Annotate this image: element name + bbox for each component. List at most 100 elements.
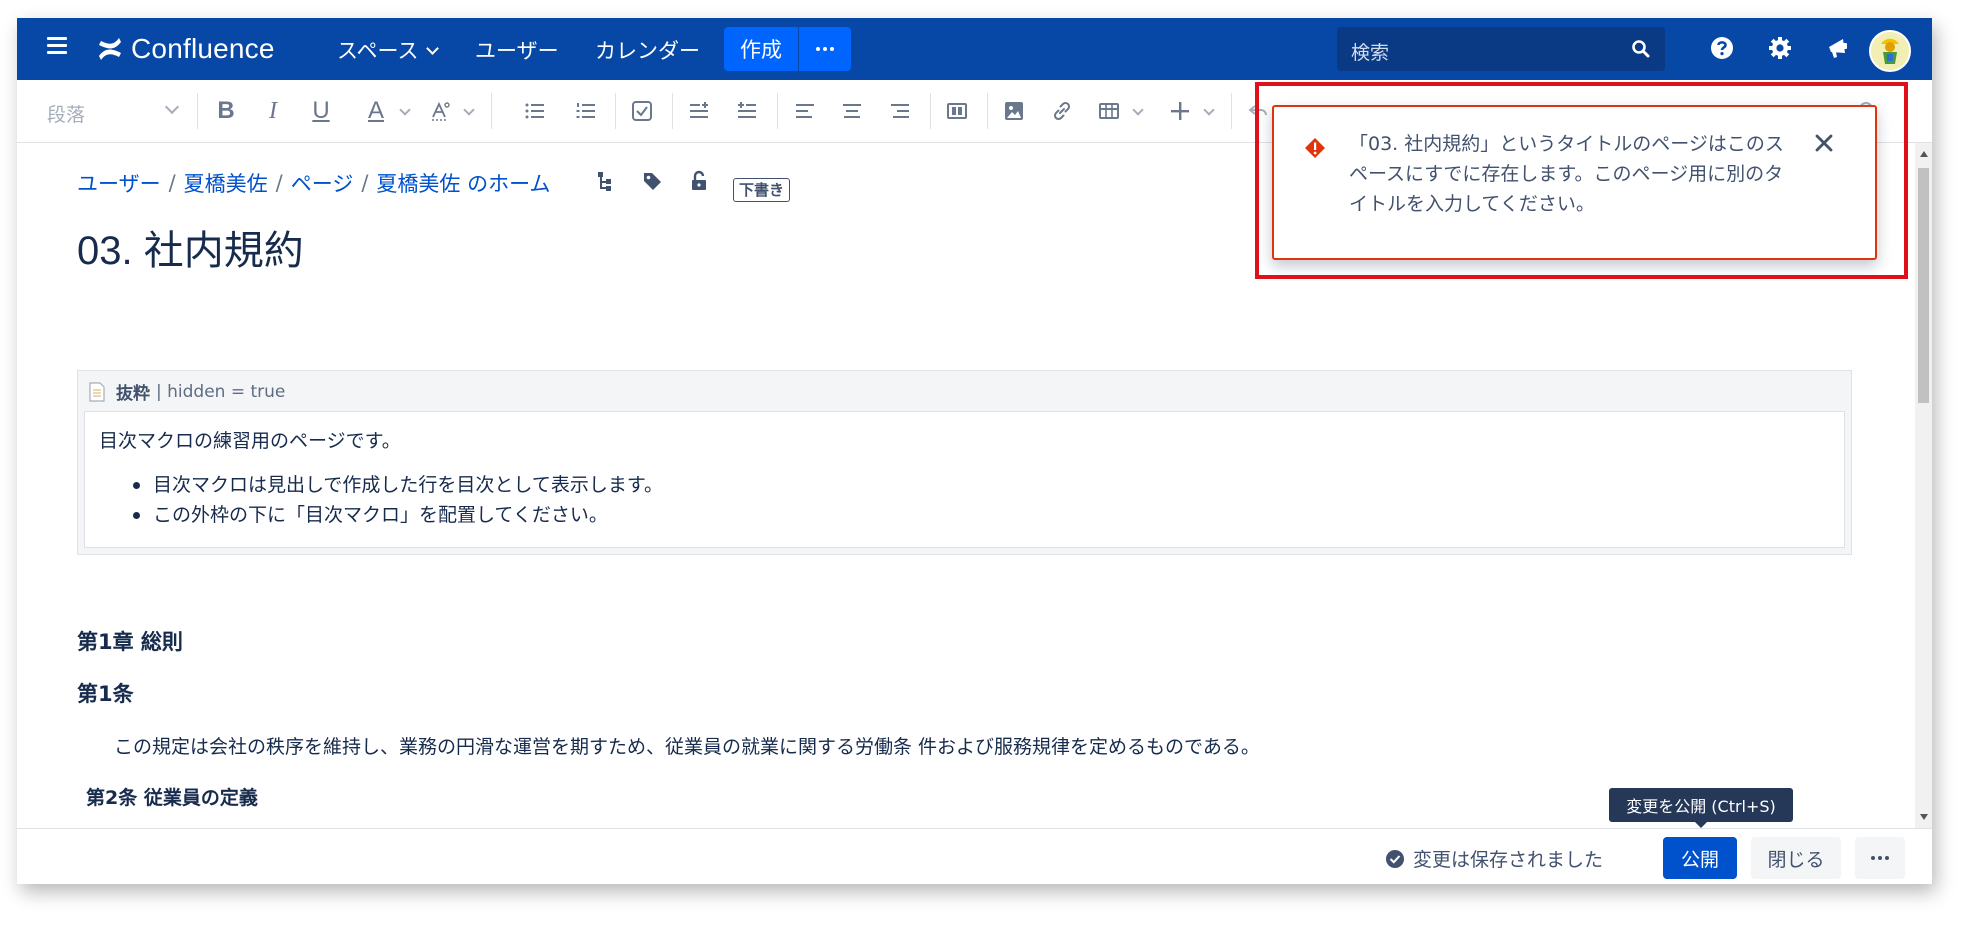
text-format-icon: [432, 101, 450, 121]
numbered-list-icon: [576, 103, 595, 118]
document-icon: [89, 381, 105, 402]
confluence-logo-icon: [99, 38, 121, 60]
notification-megaphone-icon[interactable]: [1824, 34, 1852, 62]
link-icon: [1053, 101, 1071, 121]
plus-icon: [1171, 102, 1189, 120]
toolbar-divider: [987, 93, 988, 129]
align-left-icon: [796, 104, 814, 118]
chevron-down-icon: [463, 104, 475, 116]
insert-more-button[interactable]: [1167, 98, 1193, 124]
content-scrollbar[interactable]: [1915, 143, 1932, 828]
heading-article-1: 第1条: [77, 682, 134, 706]
bullet-list-button[interactable]: [522, 98, 548, 124]
table-icon: [1099, 103, 1119, 119]
editor-footer: 変更は保存されました 公開 閉じる: [17, 828, 1932, 884]
excerpt-bullet-list: 目次マクロは見出しで作成した行を目次として表示します。 この外枠の下に「目次マク…: [133, 470, 663, 530]
avatar-image-icon: [1871, 32, 1909, 70]
align-center-button[interactable]: [839, 98, 865, 124]
excerpt-intro-text: 目次マクロの練習用のページです。: [99, 430, 401, 452]
align-center-icon: [843, 104, 861, 118]
chevron-down-icon: [164, 99, 180, 115]
italic-button[interactable]: I: [260, 98, 286, 124]
breadcrumb: ユーザー / 夏橋美佐 / ページ / 夏橋美佐 のホーム: [77, 168, 550, 198]
label-tag-icon[interactable]: [641, 170, 663, 192]
list-item: 目次マクロは見出しで作成した行を目次として表示します。: [133, 470, 663, 500]
layout-icon: [947, 103, 967, 119]
outdent-button[interactable]: [686, 98, 712, 124]
chevron-down-icon: [399, 104, 411, 116]
breadcrumb-separator: /: [275, 171, 283, 195]
publish-tooltip: 変更を公開 (Ctrl+S): [1609, 788, 1793, 828]
outdent-icon: [690, 102, 708, 118]
text-format-button[interactable]: [427, 98, 453, 124]
chevron-down-icon: [1203, 104, 1215, 116]
scrollbar-thumb[interactable]: [1918, 168, 1929, 403]
scroll-down-arrow-icon[interactable]: [1920, 814, 1928, 820]
publish-button[interactable]: 公開: [1663, 837, 1737, 879]
create-more-button[interactable]: [798, 27, 851, 71]
page-layout-button[interactable]: [944, 98, 970, 124]
avatar[interactable]: [1869, 30, 1911, 72]
bold-button[interactable]: B: [213, 97, 239, 124]
breadcrumb-item-pages[interactable]: ページ: [291, 168, 354, 198]
task-list-button[interactable]: [629, 98, 655, 124]
search-input[interactable]: 検索: [1337, 27, 1665, 71]
close-button[interactable]: 閉じる: [1751, 837, 1841, 879]
more-options-button[interactable]: [1855, 837, 1905, 879]
search-icon: [1632, 40, 1650, 58]
scroll-up-arrow-icon[interactable]: [1920, 151, 1928, 157]
page-title[interactable]: 03. 社内規約: [77, 218, 304, 276]
nav-calendar[interactable]: カレンダー: [595, 35, 700, 65]
article-1-text: この規定は会社の秩序を維持し、業務の円滑な運営を期すため、従業員の就業に関する労…: [114, 736, 1260, 758]
search-placeholder: 検索: [1351, 42, 1390, 64]
image-icon: [1005, 102, 1023, 120]
draft-status-badge: 下書き: [733, 178, 791, 202]
create-button[interactable]: 作成: [724, 27, 798, 71]
excerpt-macro-body[interactable]: 目次マクロの練習用のページです。 目次マクロは見出しで作成した行を目次として表示…: [84, 411, 1845, 548]
indent-icon: [738, 102, 756, 118]
nav-users[interactable]: ユーザー: [475, 35, 559, 65]
insert-link-button[interactable]: [1049, 98, 1075, 124]
toolbar-divider: [1231, 93, 1232, 129]
nav-spaces[interactable]: スペース: [337, 35, 440, 65]
toolbar-divider: [491, 93, 492, 129]
page-tree-icon[interactable]: [594, 170, 616, 192]
indent-button[interactable]: [734, 98, 760, 124]
breadcrumb-separator: /: [361, 171, 369, 195]
toolbar-divider: [930, 93, 931, 129]
text-color-button[interactable]: A: [363, 97, 389, 124]
help-icon[interactable]: [1708, 34, 1736, 62]
gear-icon[interactable]: [1766, 34, 1794, 62]
toolbar-divider: [615, 93, 616, 129]
align-right-button[interactable]: [887, 98, 913, 124]
insert-table-button[interactable]: [1096, 98, 1122, 124]
save-status: 変更は保存されました: [1385, 845, 1603, 872]
align-left-button[interactable]: [792, 98, 818, 124]
more-dots-icon: [1871, 856, 1889, 860]
list-item: この外枠の下に「目次マクロ」を配置してください。: [133, 500, 663, 530]
confluence-logo[interactable]: Confluence: [97, 28, 275, 70]
numbered-list-button[interactable]: [573, 98, 599, 124]
save-status-text: 変更は保存されました: [1413, 849, 1604, 871]
toolbar-divider: [672, 93, 673, 129]
breadcrumb-item-users[interactable]: ユーザー: [77, 168, 161, 198]
hamburger-menu-icon[interactable]: [47, 37, 67, 61]
excerpt-macro[interactable]: 抜粋 | hidden = true 目次マクロの練習用のページです。 目次マク…: [77, 370, 1852, 555]
breadcrumb-item-user[interactable]: 夏橋美佐: [184, 168, 268, 198]
toolbar-divider: [777, 93, 778, 129]
underline-button[interactable]: U: [308, 97, 334, 124]
bullet-list-icon: [525, 103, 544, 119]
logo-text: Confluence: [131, 33, 275, 64]
paragraph-style-select[interactable]: 段落: [47, 100, 85, 127]
excerpt-macro-header: 抜粋 | hidden = true: [88, 379, 285, 404]
heading-article-2: 第2条 従業員の定義: [86, 787, 258, 809]
nav-spaces-label: スペース: [337, 39, 419, 63]
unlock-icon[interactable]: [688, 170, 710, 192]
breadcrumb-item-home[interactable]: 夏橋美佐 のホーム: [376, 168, 550, 198]
check-circle-icon: [1386, 849, 1404, 868]
excerpt-macro-name: 抜粋: [116, 384, 150, 404]
insert-image-button[interactable]: [1001, 98, 1027, 124]
heading-chapter-1: 第1章 総則: [77, 630, 183, 654]
breadcrumb-separator: /: [168, 171, 176, 195]
checkbox-icon: [632, 101, 652, 121]
